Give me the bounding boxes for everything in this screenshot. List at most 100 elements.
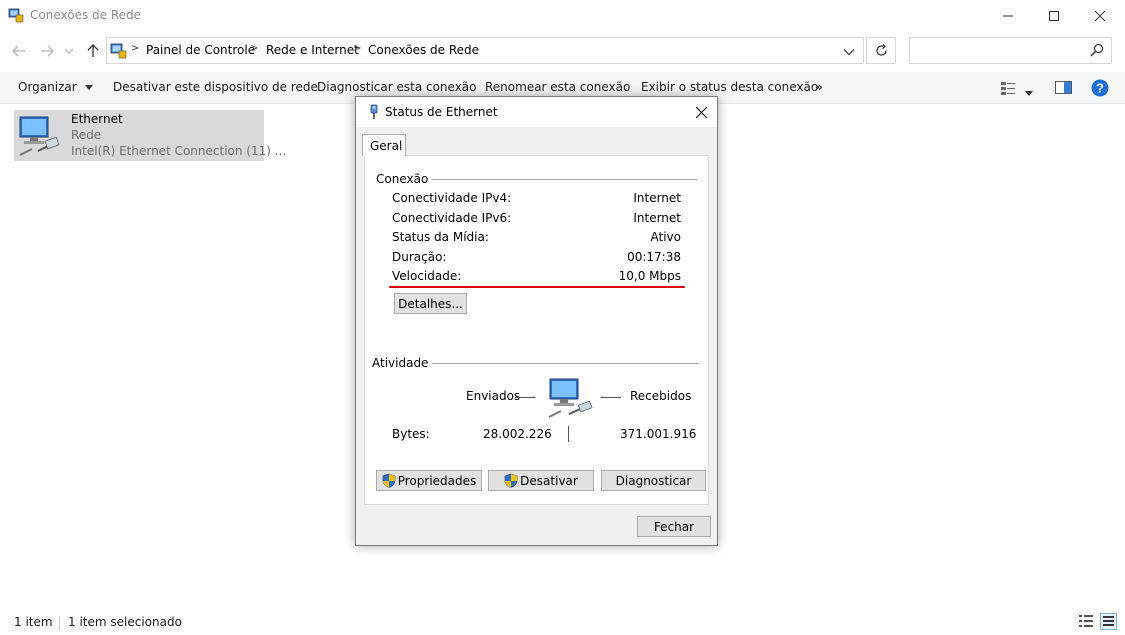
- address-history-dropdown[interactable]: [839, 43, 859, 60]
- details-button[interactable]: Detalhes...: [394, 293, 467, 314]
- speed-label: Velocidade:: [392, 269, 462, 283]
- dialog-title: Status de Ethernet: [385, 105, 498, 119]
- connection-group-label: Conexão: [376, 172, 433, 186]
- tab-geral[interactable]: Geral: [362, 134, 406, 156]
- tab-geral-label: Geral: [370, 139, 403, 153]
- minimize-button[interactable]: [985, 0, 1031, 31]
- address-bar[interactable]: > Painel de Controle > Rede e Internet >…: [106, 37, 864, 64]
- maximize-button[interactable]: [1031, 0, 1077, 31]
- ethernet-plug-icon: [367, 104, 381, 120]
- up-arrow-icon: [87, 44, 99, 57]
- duration-value: 00:17:38: [627, 250, 681, 264]
- received-dash: [601, 397, 621, 398]
- properties-label: Propriedades: [397, 473, 477, 488]
- organize-label: Organizar: [18, 80, 77, 94]
- details-view-icon: [1001, 82, 1015, 95]
- search-icon: [1090, 43, 1106, 59]
- large-icons-icon: [1103, 616, 1114, 626]
- status-bar: 1 item 1 item selecionado: [0, 608, 1125, 635]
- forward-button[interactable]: [38, 42, 56, 60]
- window-title: Conexões de Rede: [30, 8, 142, 22]
- more-commands-button[interactable]: »: [815, 80, 823, 94]
- change-view-button[interactable]: [1000, 80, 1016, 96]
- breadcrumb-separator-icon: >: [131, 43, 140, 54]
- item-count: 1 item: [14, 615, 53, 629]
- speed-value: 10,0 Mbps: [618, 269, 681, 283]
- navigation-bar: > Painel de Controle > Rede e Internet >…: [0, 32, 1125, 70]
- breadcrumb-rede-e-internet[interactable]: Rede e Internet: [266, 43, 359, 57]
- up-button[interactable]: [84, 42, 102, 60]
- large-icons-view-toggle[interactable]: [1100, 613, 1117, 630]
- preview-pane-icon: [1055, 81, 1072, 94]
- title-bar: Conexões de Rede: [0, 0, 1125, 32]
- recent-locations-button[interactable]: [62, 42, 76, 60]
- bytes-sent-value: 28.002.226: [483, 427, 552, 441]
- network-connections-icon: [8, 7, 24, 23]
- control-panel-icon: [110, 42, 127, 59]
- refresh-icon: [875, 44, 887, 56]
- breadcrumb-painel-de-controle[interactable]: Painel de Controle: [146, 43, 255, 57]
- general-tab-panel: Conexão Conectividade IPv4: Internet Con…: [364, 155, 709, 505]
- speed-highlight-underline: [389, 286, 685, 288]
- selected-count: 1 item selecionado: [68, 615, 182, 629]
- disable-button[interactable]: Desativar: [488, 470, 594, 491]
- connection-group-line: [427, 179, 697, 180]
- forward-arrow-icon: [41, 45, 54, 57]
- media-status-label: Status da Mídia:: [392, 230, 489, 244]
- help-button[interactable]: ?: [1091, 79, 1109, 97]
- close-dialog-button[interactable]: Fechar: [637, 516, 711, 537]
- chevron-down-icon: [1025, 91, 1033, 96]
- refresh-button[interactable]: [866, 37, 896, 64]
- view-options-dropdown[interactable]: [1025, 85, 1035, 96]
- status-divider: [59, 616, 60, 630]
- view-status-button[interactable]: Exibir o status desta conexão: [641, 80, 818, 94]
- network-item-ethernet[interactable]: Ethernet Rede Intel(R) Ethernet Connecti…: [14, 110, 286, 161]
- chevron-down-icon: [84, 85, 93, 90]
- chevron-down-icon: [65, 48, 73, 54]
- ipv4-value: Internet: [633, 191, 681, 205]
- chevron-down-icon: [844, 48, 854, 55]
- back-button[interactable]: [10, 42, 28, 60]
- maximize-icon: [1049, 10, 1059, 21]
- breadcrumb-separator-icon: >: [250, 43, 259, 54]
- breadcrumb-separator-icon: >: [353, 43, 362, 54]
- diagnose-button[interactable]: Diagnosticar: [601, 470, 706, 491]
- back-arrow-icon: [12, 45, 25, 57]
- close-icon: [1095, 10, 1105, 21]
- received-label: Recebidos: [630, 389, 692, 403]
- bytes-divider: [568, 426, 569, 442]
- disable-label: Desativar: [520, 473, 578, 488]
- details-view-toggle[interactable]: [1078, 614, 1094, 629]
- details-view-icon: [1079, 615, 1093, 627]
- close-button[interactable]: [1077, 0, 1123, 31]
- item-type: Rede: [71, 128, 102, 142]
- rename-connection-button[interactable]: Renomear esta conexão: [485, 80, 630, 94]
- network-activity-icon: [547, 376, 597, 420]
- minimize-icon: [1003, 15, 1013, 16]
- organize-menu[interactable]: Organizar: [18, 80, 93, 94]
- uac-shield-icon: [382, 473, 396, 488]
- uac-shield-icon: [504, 473, 518, 488]
- sent-label: Enviados: [466, 389, 521, 403]
- disable-device-button[interactable]: Desativar este dispositivo de rede: [113, 80, 318, 94]
- bytes-label: Bytes:: [392, 427, 430, 441]
- duration-label: Duração:: [392, 250, 447, 264]
- dialog-close-button[interactable]: [689, 101, 713, 123]
- breadcrumb-conexoes-de-rede[interactable]: Conexões de Rede: [368, 43, 479, 57]
- properties-button[interactable]: Propriedades: [376, 470, 482, 491]
- sent-dash: [515, 397, 535, 398]
- close-icon: [695, 106, 707, 118]
- ipv4-label: Conectividade IPv4:: [392, 191, 512, 205]
- activity-group-line: [427, 363, 699, 364]
- item-name: Ethernet: [71, 112, 123, 126]
- search-input[interactable]: [909, 37, 1112, 64]
- diagnose-connection-button[interactable]: Diagnosticar esta conexão: [317, 80, 477, 94]
- activity-group-label: Atividade: [372, 356, 433, 370]
- ipv6-label: Conectividade IPv6:: [392, 211, 512, 225]
- ethernet-status-dialog: Status de Ethernet Geral Conexão Conecti…: [355, 96, 718, 546]
- ipv6-value: Internet: [633, 211, 681, 225]
- dialog-title-bar: Status de Ethernet: [356, 97, 717, 127]
- ethernet-adapter-icon: [16, 113, 62, 159]
- preview-pane-button[interactable]: [1055, 81, 1073, 95]
- help-icon: ?: [1091, 79, 1109, 97]
